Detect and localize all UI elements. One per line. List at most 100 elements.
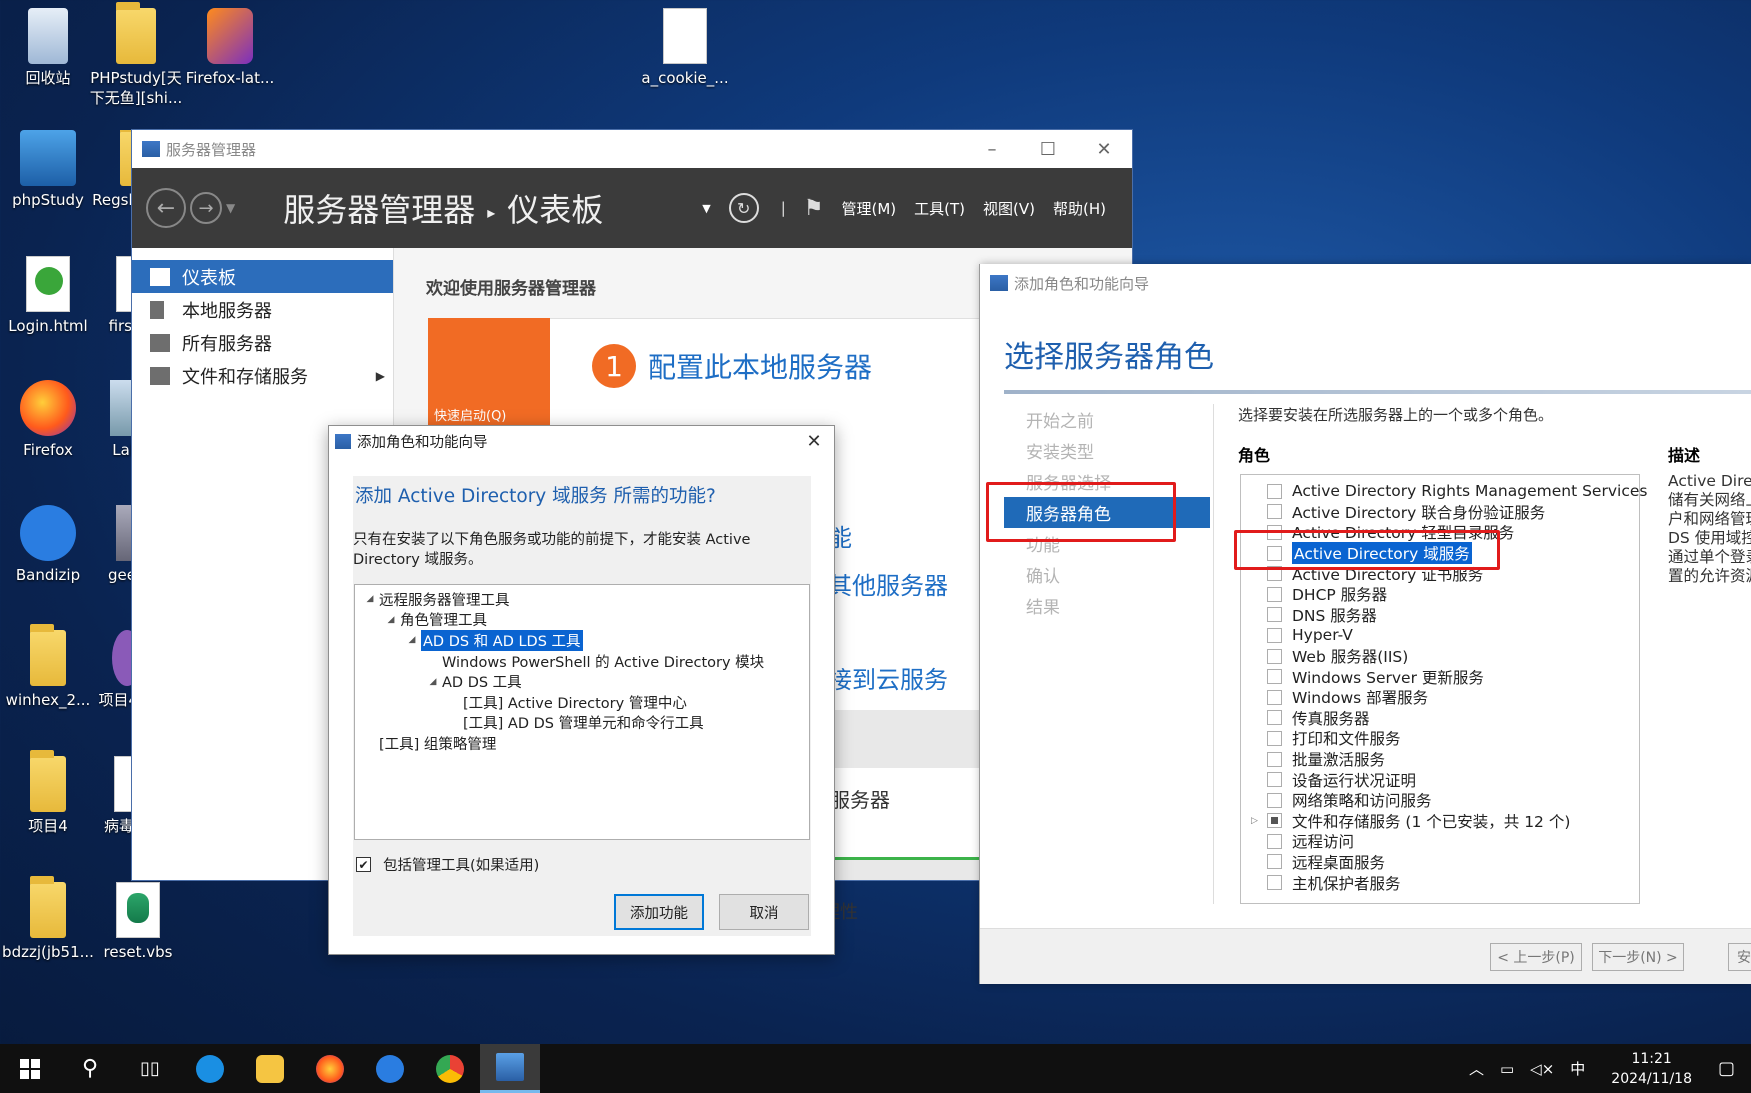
project4-app-shortcut[interactable]: 项目4 bbox=[88, 630, 138, 710]
tree-node[interactable]: ◢ 角色管理工具 bbox=[355, 610, 809, 631]
tree-node[interactable]: ◢ AD DS 和 AD LDS 工具 bbox=[355, 629, 809, 651]
volume-icon[interactable]: ◁× bbox=[1530, 1060, 1554, 1078]
sidebar-item-all-servers[interactable]: 所有服务器 bbox=[132, 326, 393, 359]
include-tools-checkbox[interactable]: ✔ bbox=[356, 857, 371, 872]
dialog-titlebar[interactable]: 添加角色和功能向导 ✕ bbox=[329, 426, 834, 456]
role-item[interactable]: 远程桌面服务 bbox=[1241, 852, 1639, 873]
role-checkbox[interactable] bbox=[1267, 772, 1282, 788]
regsh-shortcut[interactable]: Regsh bbox=[88, 130, 138, 210]
role-item[interactable]: 主机保护者服务 bbox=[1241, 872, 1639, 893]
server-manager-titlebar[interactable]: 服务器管理器 – ☐ ✕ bbox=[132, 130, 1132, 168]
notification-center-icon[interactable]: ▢ bbox=[1718, 1058, 1735, 1079]
sidebar-item-file-storage[interactable]: 文件和存储服务 ▶ bbox=[132, 359, 393, 392]
sidebar-item-local-server[interactable]: 本地服务器 bbox=[132, 293, 393, 326]
reset-vbs-shortcut[interactable]: reset.vbs bbox=[90, 882, 186, 962]
role-checkbox[interactable] bbox=[1267, 586, 1282, 602]
role-item[interactable]: 远程访问 bbox=[1241, 831, 1639, 852]
quickstart-tile[interactable]: 快速启动(Q) bbox=[428, 318, 550, 428]
role-checkbox[interactable] bbox=[1267, 648, 1282, 664]
role-checkbox[interactable] bbox=[1267, 875, 1282, 891]
add-servers-link-fragment[interactable]: 其他服务器 bbox=[828, 566, 948, 601]
notifications-flag-icon[interactable]: ⚑ bbox=[804, 196, 824, 221]
menu-tools[interactable]: 工具(T) bbox=[914, 198, 965, 219]
role-item[interactable]: 传真服务器 bbox=[1241, 708, 1639, 729]
role-checkbox[interactable] bbox=[1267, 607, 1282, 623]
role-checkbox[interactable] bbox=[1267, 833, 1282, 849]
bandizip-taskbar-button[interactable] bbox=[360, 1044, 420, 1093]
install-button[interactable]: 安 bbox=[1728, 943, 1751, 971]
role-checkbox[interactable] bbox=[1267, 483, 1282, 499]
role-checkbox[interactable] bbox=[1267, 710, 1282, 726]
step-installation-type[interactable]: 安装类型 bbox=[1000, 435, 1210, 466]
phpstudy-shortcut[interactable]: phpStudy bbox=[0, 130, 96, 210]
search-button[interactable]: ⚲ bbox=[60, 1044, 120, 1093]
collapse-triangle-icon[interactable]: ◢ bbox=[384, 615, 398, 625]
server-manager-taskbar-button[interactable] bbox=[480, 1044, 540, 1093]
close-icon[interactable]: ✕ bbox=[1076, 139, 1132, 160]
include-tools-option[interactable]: ✔ 包括管理工具(如果适用) bbox=[356, 854, 539, 875]
previous-button[interactable]: < 上一步(P) bbox=[1490, 943, 1582, 971]
network-icon[interactable]: ▭ bbox=[1500, 1060, 1514, 1078]
role-item[interactable]: Windows 部署服务 bbox=[1241, 687, 1639, 708]
close-icon[interactable]: ✕ bbox=[794, 431, 834, 452]
role-checkbox[interactable] bbox=[1267, 627, 1282, 643]
breadcrumb-dropdown-icon[interactable]: ▼ bbox=[702, 202, 710, 215]
cancel-button[interactable]: 取消 bbox=[719, 894, 809, 930]
tray-overflow-icon[interactable]: ︿ bbox=[1469, 1058, 1484, 1079]
role-checkbox[interactable] bbox=[1267, 813, 1282, 829]
role-checkbox[interactable] bbox=[1267, 689, 1282, 705]
explorer-taskbar-button[interactable] bbox=[240, 1044, 300, 1093]
role-item[interactable]: 设备运行状况证明 bbox=[1241, 769, 1639, 790]
step-results[interactable]: 结果 bbox=[1000, 590, 1210, 621]
winhex-folder-shortcut[interactable]: winhex_2... bbox=[0, 624, 96, 710]
refresh-icon[interactable]: ↻ bbox=[728, 193, 759, 223]
role-item[interactable]: 网络策略和访问服务 bbox=[1241, 790, 1639, 811]
task-view-button[interactable]: ▯▯ bbox=[120, 1044, 180, 1093]
role-checkbox[interactable] bbox=[1267, 504, 1282, 520]
role-item[interactable]: ▷ 文件和存储服务 (1 个已安装，共 12 个) bbox=[1241, 811, 1639, 832]
minimize-icon[interactable]: – bbox=[964, 139, 1020, 160]
virus-script-shortcut[interactable]: 病毒 bbox=[88, 756, 134, 836]
back-arrow-icon[interactable]: ← bbox=[146, 188, 186, 228]
clock[interactable]: 11:21 2024/11/18 bbox=[1611, 1049, 1692, 1089]
role-checkbox[interactable] bbox=[1267, 751, 1282, 767]
bandizip-shortcut[interactable]: Bandizip bbox=[0, 505, 96, 585]
collapse-triangle-icon[interactable]: ◢ bbox=[405, 635, 419, 645]
expand-triangle-icon[interactable]: ▷ bbox=[1251, 816, 1258, 826]
history-dropdown-icon[interactable]: ▼ bbox=[226, 201, 235, 215]
start-button[interactable] bbox=[0, 1044, 60, 1093]
tree-node[interactable]: [工具] AD DS 管理单元和命令行工具 bbox=[355, 713, 809, 734]
recycle-bin-shortcut[interactable]: 回收站 bbox=[0, 8, 96, 88]
browser-taskbar-button[interactable] bbox=[420, 1044, 480, 1093]
tree-node[interactable]: ◢ AD DS 工具 bbox=[355, 671, 809, 692]
role-item[interactable]: 批量激活服务 bbox=[1241, 749, 1639, 770]
role-item[interactable]: Hyper-V bbox=[1241, 625, 1639, 646]
tree-node[interactable]: [工具] Active Directory 管理中心 bbox=[355, 692, 809, 713]
role-item[interactable]: Web 服务器(IIS) bbox=[1241, 646, 1639, 667]
tree-node[interactable]: Windows PowerShell 的 Active Directory 模块 bbox=[355, 651, 809, 672]
ime-indicator[interactable]: 中 bbox=[1570, 1058, 1585, 1079]
connect-cloud-link-fragment[interactable]: 接到云服务 bbox=[828, 660, 948, 695]
role-checkbox[interactable] bbox=[1267, 854, 1282, 870]
forward-arrow-icon[interactable]: → bbox=[190, 192, 222, 224]
step-before-you-begin[interactable]: 开始之前 bbox=[1000, 404, 1210, 435]
login-html-shortcut[interactable]: Login.html bbox=[0, 256, 96, 336]
phpstudy-folder-shortcut[interactable]: PHPstudy[天下无鱼][shi... bbox=[88, 2, 184, 108]
collapse-triangle-icon[interactable]: ◢ bbox=[363, 594, 377, 604]
ie-taskbar-button[interactable] bbox=[180, 1044, 240, 1093]
next-button[interactable]: 下一步(N) > bbox=[1592, 943, 1684, 971]
firs-shortcut[interactable]: firs bbox=[88, 256, 132, 336]
expand-arrow-icon[interactable]: ▶ bbox=[376, 369, 385, 383]
role-item[interactable]: Active Directory Rights Management Servi… bbox=[1241, 481, 1647, 502]
step-confirmation[interactable]: 确认 bbox=[1000, 559, 1210, 590]
role-checkbox[interactable] bbox=[1267, 730, 1282, 746]
tree-node[interactable]: [工具] 组策略管理 bbox=[355, 733, 809, 754]
firefox-shortcut[interactable]: Firefox bbox=[0, 380, 96, 460]
firefox-installer-shortcut[interactable]: Firefox-lat... bbox=[182, 8, 278, 88]
role-item[interactable]: Windows Server 更新服务 bbox=[1241, 666, 1639, 687]
role-item[interactable]: DNS 服务器 bbox=[1241, 605, 1639, 626]
breadcrumb-root[interactable]: 服务器管理器 bbox=[283, 191, 475, 229]
bdzzj-folder-shortcut[interactable]: bdzzj(jb51... bbox=[0, 876, 96, 962]
configure-local-server-link[interactable]: 1 配置此本地服务器 bbox=[592, 344, 872, 388]
collapse-triangle-icon[interactable]: ◢ bbox=[426, 677, 440, 687]
